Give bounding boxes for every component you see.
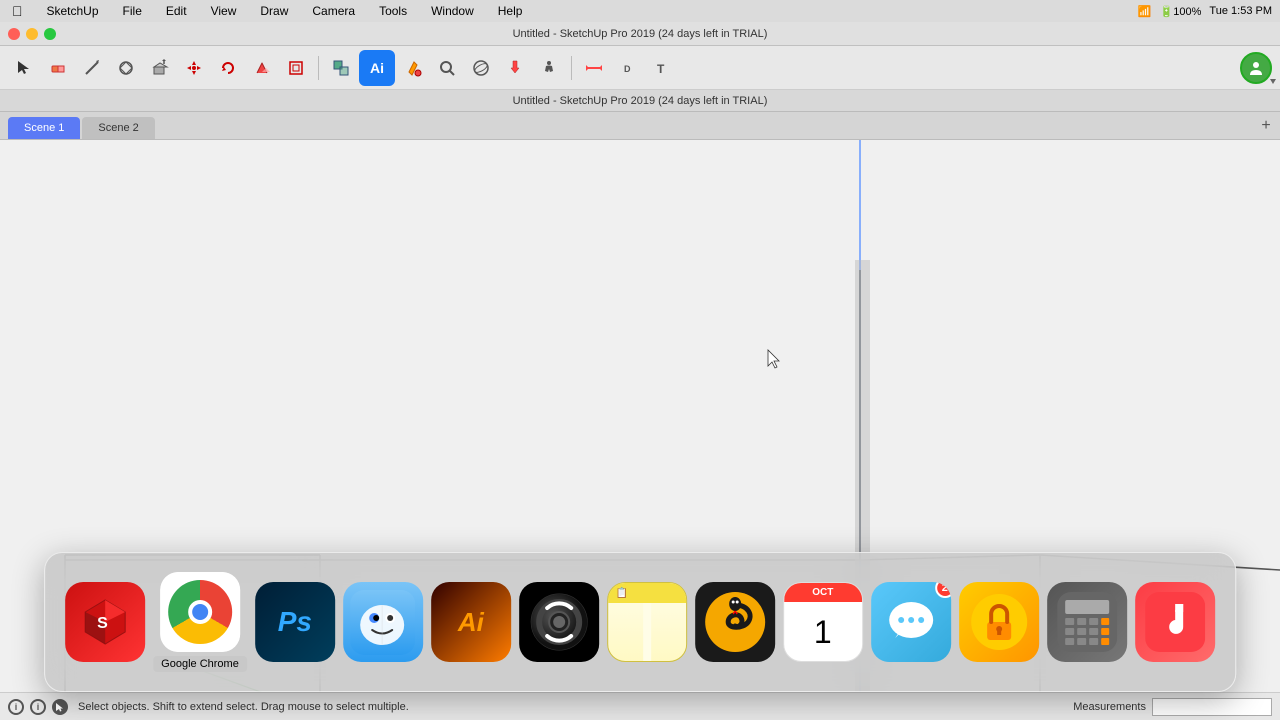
scene-tab-1[interactable]: Scene 1 xyxy=(8,117,80,139)
status-message: Select objects. Shift to extend select. … xyxy=(78,701,409,713)
sketchup-dock-icon: S xyxy=(65,582,145,662)
wifi-icon: 📶 xyxy=(1138,5,1152,18)
menu-bar:  SketchUp File Edit View Draw Camera To… xyxy=(0,0,1280,22)
paintbucket-tool-button[interactable] xyxy=(397,52,429,84)
zoom-tool-button[interactable] xyxy=(431,52,463,84)
window-minimize-button[interactable] xyxy=(26,28,38,40)
status-icon-info-2[interactable]: i xyxy=(30,699,46,715)
dock: S Google Chrome Ps xyxy=(44,552,1236,692)
menu-view[interactable]: View xyxy=(207,4,241,18)
apple-menu[interactable]:  xyxy=(8,3,27,19)
dock-item-obs[interactable] xyxy=(519,582,599,662)
toolbar-separator-2 xyxy=(571,56,572,80)
calendar-day: 1 xyxy=(814,616,832,648)
status-icon-cursor xyxy=(52,699,68,715)
notes-dock-icon: 📋 xyxy=(607,582,687,662)
statusbar: i i Select objects. Shift to extend sele… xyxy=(0,692,1280,720)
dimensions-button[interactable]: D xyxy=(612,52,644,84)
obs-dock-icon xyxy=(519,582,599,662)
keychain-dock-icon xyxy=(959,582,1039,662)
move-tool-button[interactable] xyxy=(178,52,210,84)
shape-tool-button[interactable] xyxy=(110,52,142,84)
dock-item-keychain[interactable] xyxy=(959,582,1039,662)
status-icons: i i xyxy=(8,699,68,715)
finder-dock-icon xyxy=(343,582,423,662)
rotate-tool-button[interactable] xyxy=(212,52,244,84)
music-dock-icon xyxy=(1135,582,1215,662)
dock-item-music[interactable] xyxy=(1135,582,1215,662)
dock-item-calculator[interactable] xyxy=(1047,582,1127,662)
toolbar: Ai D T xyxy=(0,46,1280,90)
user-avatar[interactable] xyxy=(1240,52,1272,84)
status-icon-info-1[interactable]: i xyxy=(8,699,24,715)
window-close-button[interactable] xyxy=(8,28,20,40)
menu-camera[interactable]: Camera xyxy=(308,4,359,18)
svg-text:S: S xyxy=(97,615,108,632)
photoshop-dock-icon: Ps xyxy=(255,582,335,662)
menu-window[interactable]: Window xyxy=(427,4,478,18)
walk-tool-button[interactable] xyxy=(533,52,565,84)
dock-item-photoshop[interactable]: Ps xyxy=(255,582,335,662)
line-tool-button[interactable] xyxy=(76,52,108,84)
pushpull-tool-button[interactable] xyxy=(144,52,176,84)
text-tool-button[interactable]: T xyxy=(646,52,678,84)
svg-text:D: D xyxy=(624,64,631,74)
section-cut-button[interactable] xyxy=(578,52,610,84)
scene-tabs-bar: Scene 1 Scene 2 + xyxy=(0,112,1280,140)
followme-tool-button[interactable] xyxy=(246,52,278,84)
measurements-label: Measurements xyxy=(1073,701,1146,713)
dock-item-sketchup[interactable]: S xyxy=(65,582,145,662)
window-controls xyxy=(8,28,56,40)
toolbar-separator-1 xyxy=(318,56,319,80)
dock-item-chrome[interactable]: Google Chrome xyxy=(153,572,247,672)
offset-tool-button[interactable] xyxy=(280,52,312,84)
measurements-input[interactable] xyxy=(1152,698,1272,716)
sub-window-title: Untitled - SketchUp Pro 2019 (24 days le… xyxy=(513,95,768,107)
menu-bar-left:  SketchUp File Edit View Draw Camera To… xyxy=(8,3,526,19)
clock-display: Tue 1:53 PM xyxy=(1209,5,1272,17)
dock-item-calendar[interactable]: OCT 1 xyxy=(783,582,863,662)
window-titlebar: Untitled - SketchUp Pro 2019 (24 days le… xyxy=(0,22,1280,46)
chrome-dock-label: Google Chrome xyxy=(153,656,247,672)
illustrator-dock-icon: Ai xyxy=(431,582,511,662)
svg-text:T: T xyxy=(657,62,665,76)
calculator-dock-icon xyxy=(1047,582,1127,662)
sub-window-titlebar: Untitled - SketchUp Pro 2019 (24 days le… xyxy=(0,90,1280,112)
dock-item-messages[interactable]: 2 xyxy=(871,582,951,662)
dock-item-norton[interactable] xyxy=(695,582,775,662)
menu-tools[interactable]: Tools xyxy=(375,4,411,18)
chrome-dock-icon xyxy=(160,572,240,652)
menu-draw[interactable]: Draw xyxy=(256,4,292,18)
calendar-dock-icon: OCT 1 xyxy=(783,582,863,662)
dock-item-finder[interactable] xyxy=(343,582,423,662)
component-button[interactable] xyxy=(325,52,357,84)
norton-dock-icon xyxy=(695,582,775,662)
menu-edit[interactable]: Edit xyxy=(162,4,191,18)
window-title: Untitled - SketchUp Pro 2019 (24 days le… xyxy=(513,28,768,40)
dock-item-notes[interactable]: 📋 xyxy=(607,582,687,662)
measurements-area: Measurements xyxy=(1073,698,1272,716)
eraser-tool-button[interactable] xyxy=(42,52,74,84)
messages-dock-icon: 2 xyxy=(871,582,951,662)
pan-tool-button[interactable] xyxy=(499,52,531,84)
dock-item-illustrator[interactable]: Ai xyxy=(431,582,511,662)
toolbar-right-area xyxy=(1240,52,1272,84)
scene-add-button[interactable]: + xyxy=(1256,116,1276,136)
orbit-tool-button[interactable] xyxy=(465,52,497,84)
window-maximize-button[interactable] xyxy=(44,28,56,40)
scene-tab-2[interactable]: Scene 2 xyxy=(82,117,154,139)
menu-file[interactable]: File xyxy=(119,4,146,18)
battery-icon: 🔋100% xyxy=(1160,5,1202,18)
ai-extension-button[interactable]: Ai xyxy=(359,50,395,86)
menu-help[interactable]: Help xyxy=(494,4,527,18)
menu-bar-right: 📶 🔋100% Tue 1:53 PM xyxy=(1138,5,1272,18)
calendar-month: OCT xyxy=(784,583,862,602)
select-tool-button[interactable] xyxy=(8,52,40,84)
menu-sketchup[interactable]: SketchUp xyxy=(43,4,103,18)
